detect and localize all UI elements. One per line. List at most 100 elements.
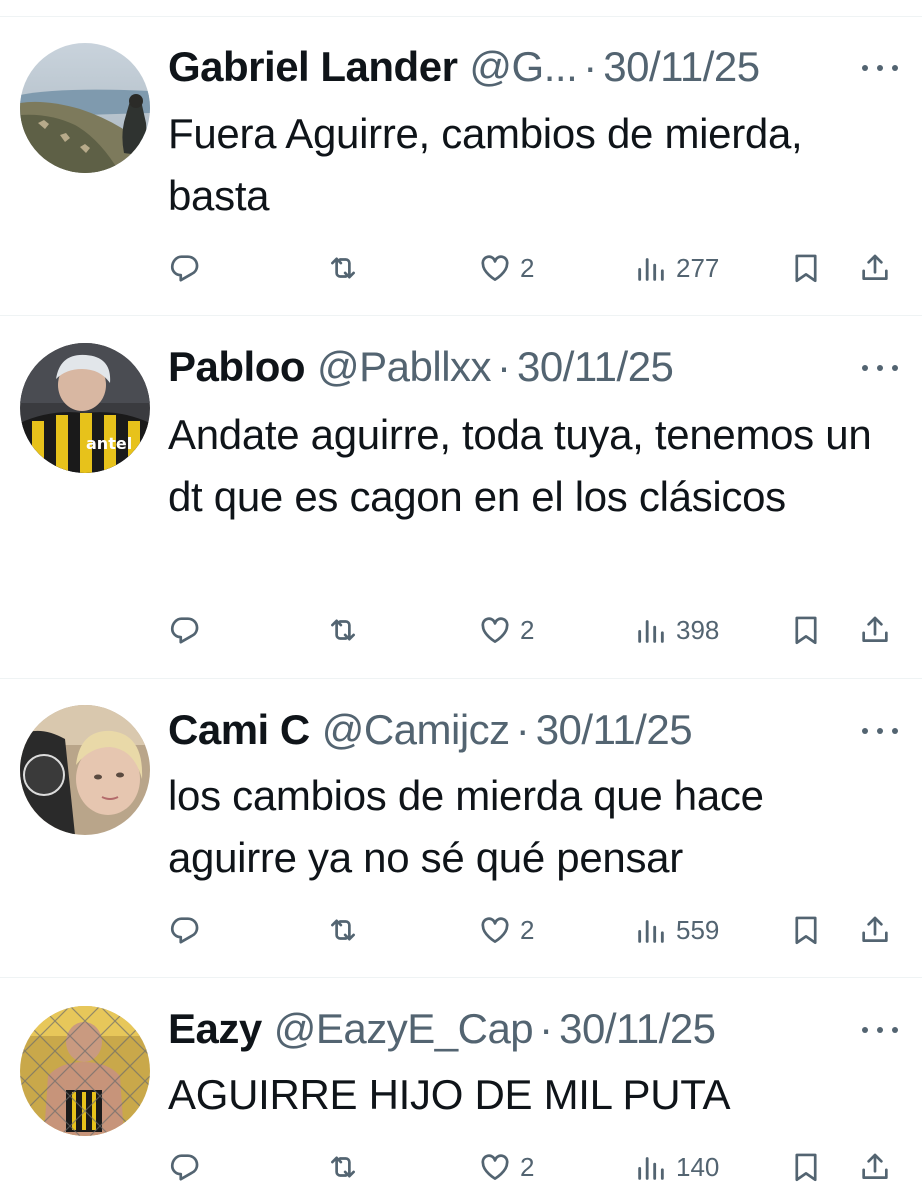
- reply-icon: [170, 255, 199, 282]
- like-count: 2: [520, 1151, 535, 1182]
- bookmark-icon: [795, 1153, 817, 1182]
- like-button[interactable]: 2: [478, 608, 534, 652]
- heart-icon: [481, 917, 509, 943]
- views-button[interactable]: 140: [634, 1145, 719, 1189]
- more-icon[interactable]: [862, 1020, 898, 1040]
- retweet-button[interactable]: [326, 1145, 360, 1189]
- tweet-header: Gabriel Lander @G... · 30/11/25: [168, 40, 760, 94]
- display-name[interactable]: Gabriel Lander: [168, 40, 458, 94]
- tweet-date[interactable]: 30/11/25: [517, 340, 674, 394]
- avatar[interactable]: [20, 705, 150, 835]
- retweet-button[interactable]: [326, 246, 360, 290]
- avatar-coastal-city-photo: [20, 43, 150, 173]
- reply-button[interactable]: [168, 246, 202, 290]
- like-count: 2: [520, 252, 535, 283]
- handle[interactable]: @EazyE_Cap: [274, 1002, 534, 1056]
- share-icon: [862, 254, 888, 280]
- tweet-actions: 2 559: [0, 908, 922, 952]
- share-button[interactable]: [858, 608, 892, 652]
- like-button[interactable]: 2: [478, 246, 534, 290]
- views-count: 140: [676, 1151, 720, 1182]
- tweet-header: Pabloo @Pabllxx · 30/11/25: [168, 340, 674, 394]
- tweet-text: los cambios de mierda que hace aguirre y…: [168, 772, 764, 881]
- retweet-icon: [331, 1156, 355, 1178]
- avatar-sponsor-text: antel: [86, 434, 132, 453]
- reply-button[interactable]: [168, 1145, 202, 1189]
- tweet-date[interactable]: 30/11/25: [603, 40, 760, 94]
- views-button[interactable]: 398: [634, 608, 719, 652]
- reply-icon: [170, 917, 199, 944]
- separator-dot: ·: [539, 1005, 554, 1052]
- separator-dot: ·: [583, 43, 598, 90]
- avatar[interactable]: antel: [20, 343, 150, 473]
- heart-icon: [481, 617, 509, 643]
- retweet-button[interactable]: [326, 608, 360, 652]
- tweet-text: Andate aguirre, toda tuya, tenemos un dt…: [168, 411, 872, 520]
- tweet-2[interactable]: antel Pabloo @Pabllxx · 30/11/25 Andate …: [0, 316, 922, 679]
- share-icon: [862, 616, 888, 642]
- bookmark-icon: [795, 616, 817, 645]
- views-button[interactable]: 277: [634, 246, 719, 290]
- more-icon[interactable]: [862, 721, 898, 741]
- reply-button[interactable]: [168, 908, 202, 952]
- bookmark-button[interactable]: [789, 246, 823, 290]
- more-icon[interactable]: [862, 58, 898, 78]
- tweet-actions: 2 277: [0, 246, 922, 290]
- avatar[interactable]: [20, 1006, 150, 1136]
- views-count: 398: [676, 614, 720, 645]
- tweet-1[interactable]: Gabriel Lander @G... · 30/11/25 Fuera Ag…: [0, 0, 922, 316]
- bookmark-icon: [795, 254, 817, 283]
- retweet-button[interactable]: [326, 908, 360, 952]
- like-count: 2: [520, 914, 535, 945]
- avatar[interactable]: [20, 43, 150, 173]
- views-count: 277: [676, 252, 720, 283]
- retweet-icon: [331, 619, 355, 641]
- display-name[interactable]: Eazy: [168, 1002, 262, 1056]
- bookmark-icon: [795, 916, 817, 945]
- handle[interactable]: @G...: [469, 40, 577, 94]
- tweet-3[interactable]: Cami C @Camijcz · 30/11/25 los cambios d…: [0, 679, 922, 978]
- tweet-date[interactable]: 30/11/25: [559, 1002, 716, 1056]
- tweet-header: Eazy @EazyE_Cap · 30/11/25: [168, 1002, 716, 1056]
- views-count: 559: [676, 914, 720, 945]
- share-button[interactable]: [858, 246, 892, 290]
- share-button[interactable]: [858, 1145, 892, 1189]
- retweet-icon: [331, 257, 355, 279]
- display-name[interactable]: Cami C: [168, 703, 310, 757]
- more-icon[interactable]: [862, 358, 898, 378]
- like-button[interactable]: 2: [478, 1145, 534, 1189]
- handle[interactable]: @Camijcz: [322, 703, 510, 757]
- views-button[interactable]: 559: [634, 908, 719, 952]
- tweet-text: Fuera Aguirre, cambios de mierda, basta: [168, 110, 803, 219]
- bookmark-button[interactable]: [789, 1145, 823, 1189]
- reply-icon: [170, 1154, 199, 1181]
- views-icon: [638, 620, 664, 643]
- retweet-icon: [331, 919, 355, 941]
- share-button[interactable]: [858, 908, 892, 952]
- bookmark-button[interactable]: [789, 608, 823, 652]
- views-icon: [638, 1157, 664, 1180]
- tweet-header: Cami C @Camijcz · 30/11/25: [168, 703, 693, 757]
- share-icon: [862, 916, 888, 942]
- views-icon: [638, 258, 664, 281]
- like-count: 2: [520, 614, 535, 645]
- avatar-person-striped-jersey: antel: [20, 343, 150, 473]
- heart-icon: [481, 1154, 509, 1180]
- like-button[interactable]: 2: [478, 908, 534, 952]
- display-name[interactable]: Pabloo: [168, 340, 306, 394]
- tweet-text: AGUIRRE HIJO DE MIL PUTA: [168, 1071, 731, 1118]
- views-icon: [638, 920, 664, 943]
- tweet-4[interactable]: Eazy @EazyE_Cap · 30/11/25 AGUIRRE HIJO …: [0, 978, 922, 1200]
- reply-button[interactable]: [168, 608, 202, 652]
- share-icon: [862, 1153, 888, 1179]
- tweet-date[interactable]: 30/11/25: [536, 703, 693, 757]
- handle[interactable]: @Pabllxx: [317, 340, 492, 394]
- reply-icon: [170, 617, 199, 644]
- avatar-person-behind-fence: [20, 1006, 150, 1136]
- tweet-actions: 2 398: [0, 608, 922, 652]
- tweet-actions: 2 140: [0, 1145, 922, 1189]
- avatar-person-selfie: [20, 705, 150, 835]
- heart-icon: [481, 255, 509, 281]
- bookmark-button[interactable]: [789, 908, 823, 952]
- separator-dot: ·: [497, 343, 512, 390]
